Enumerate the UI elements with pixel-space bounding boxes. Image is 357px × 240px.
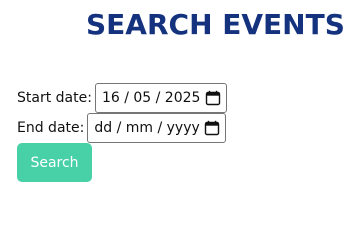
end-date-row: End date: dd / mm / yyyy	[17, 113, 227, 143]
start-date-input[interactable]: 16 / 05 / 2025	[94, 83, 227, 113]
end-date-label: End date:	[17, 120, 85, 136]
start-date-row: Start date: 16 / 05 / 2025	[17, 83, 227, 113]
calendar-icon[interactable]	[204, 120, 220, 136]
search-button[interactable]: Search	[17, 143, 92, 182]
start-date-value: 16 / 05 / 2025	[101, 90, 201, 106]
end-date-input[interactable]: dd / mm / yyyy	[87, 113, 227, 143]
start-date-label: Start date:	[17, 90, 92, 106]
end-date-placeholder: dd / mm / yyyy	[94, 120, 200, 136]
calendar-icon[interactable]	[205, 90, 221, 106]
page-title: SEARCH EVENTS	[86, 8, 345, 41]
